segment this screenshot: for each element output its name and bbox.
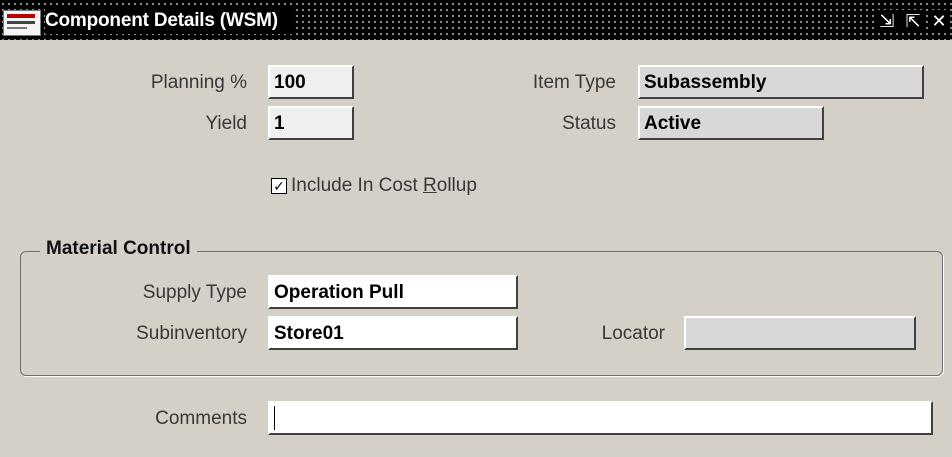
close-icon[interactable]: ✕ — [928, 10, 950, 32]
yield-field[interactable]: 1 — [268, 106, 354, 140]
supply-type-field[interactable]: Operation Pull — [268, 275, 518, 309]
yield-label: Yield — [205, 113, 247, 134]
supply-type-label: Supply Type — [142, 282, 247, 303]
planning-percent-label: Planning % — [150, 72, 247, 93]
subinventory-label: Subinventory — [136, 323, 247, 344]
include-cost-rollup-checkbox[interactable]: ✓ — [271, 178, 287, 194]
oracle-applications-logo — [3, 10, 41, 36]
component-details-window: Component Details (WSM) ⇲ ⇱ ✕ Planning %… — [0, 0, 952, 457]
window-title: Component Details (WSM) — [45, 8, 294, 34]
item-type-label: Item Type — [532, 72, 616, 93]
material-control-group — [20, 251, 943, 376]
maximize-icon[interactable]: ⇱ — [902, 10, 924, 32]
locator-field[interactable] — [684, 316, 916, 350]
status-field[interactable]: Active — [638, 106, 824, 140]
mnemonic-r: R — [423, 175, 437, 196]
comments-label: Comments — [155, 408, 247, 429]
text-cursor — [274, 406, 275, 430]
comments-field[interactable] — [268, 401, 933, 435]
planning-percent-field[interactable]: 100 — [268, 65, 354, 99]
status-label: Status — [562, 113, 616, 134]
item-type-field[interactable]: Subassembly — [638, 65, 924, 99]
title-bar[interactable]: Component Details (WSM) ⇲ ⇱ ✕ — [0, 0, 952, 40]
include-cost-rollup-label[interactable]: Include In Cost Rollup — [291, 173, 477, 199]
subinventory-field[interactable]: Store01 — [268, 316, 518, 350]
minimize-icon[interactable]: ⇲ — [876, 10, 898, 32]
locator-label: Locator — [601, 323, 665, 344]
material-control-title: Material Control — [40, 235, 197, 263]
